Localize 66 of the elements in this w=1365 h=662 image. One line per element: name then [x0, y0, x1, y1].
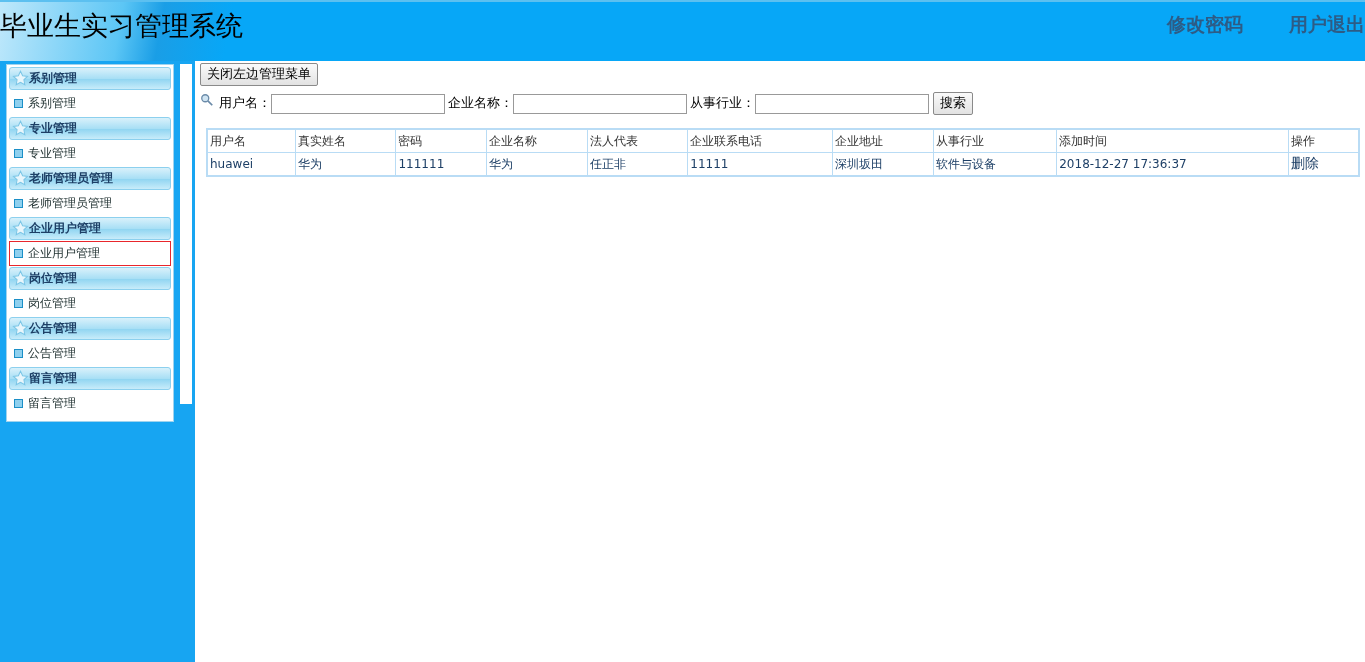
star-icon [12, 320, 29, 337]
input-field[interactable] [271, 93, 445, 114]
menu-item-label: 公告管理 [28, 345, 76, 362]
star-icon [12, 220, 29, 237]
square-bullet-icon [14, 399, 23, 408]
column-header: 从事行业 [933, 129, 1057, 153]
column-header: 真实姓名 [295, 129, 396, 153]
table-cell: 任正非 [587, 152, 688, 176]
section-title: 老师管理员管理 [29, 170, 113, 187]
section-title: 专业管理 [29, 120, 77, 137]
menu-section-header[interactable]: 企业用户管理 [9, 217, 171, 240]
field-label: 企业名称： [448, 95, 513, 112]
search-icon [200, 92, 214, 108]
menu-item-label: 系别管理 [28, 95, 76, 112]
search-button[interactable]: 搜索 [933, 92, 973, 115]
menu-item[interactable]: 老师管理员管理 [9, 191, 171, 216]
close-menu-button[interactable]: 关闭左边管理菜单 [200, 63, 318, 86]
menu-item[interactable]: 留言管理 [9, 391, 171, 416]
column-header: 用户名 [207, 129, 296, 153]
section-title: 岗位管理 [29, 270, 77, 287]
field-label: 从事行业： [690, 95, 755, 112]
menu-section-header[interactable]: 岗位管理 [9, 267, 171, 290]
menu-item-label: 留言管理 [28, 395, 76, 412]
field-label: 用户名： [219, 95, 271, 112]
star-icon [12, 70, 29, 87]
menu-item[interactable]: 系别管理 [9, 91, 171, 116]
star-icon [12, 370, 29, 387]
square-bullet-icon [14, 299, 23, 308]
square-bullet-icon [14, 99, 23, 108]
section-title: 留言管理 [29, 370, 77, 387]
table-cell: 深圳坂田 [832, 152, 934, 176]
square-bullet-icon [14, 199, 23, 208]
section-title: 企业用户管理 [29, 220, 101, 237]
table-cell: 软件与设备 [933, 152, 1057, 176]
menu-section-header[interactable]: 公告管理 [9, 317, 171, 340]
column-header: 企业地址 [832, 129, 934, 153]
menu-item[interactable]: 企业用户管理 [9, 241, 171, 266]
system-title: 毕业生实习管理系统 [0, 9, 243, 43]
menu-item[interactable]: 岗位管理 [9, 291, 171, 316]
menu-item-label: 岗位管理 [28, 295, 76, 312]
input-field[interactable] [513, 93, 687, 114]
column-header: 密码 [395, 129, 487, 153]
menu-item[interactable]: 专业管理 [9, 141, 171, 166]
column-header: 企业联系电话 [687, 129, 833, 153]
menu-section-header[interactable]: 留言管理 [9, 367, 171, 390]
square-bullet-icon [14, 249, 23, 258]
star-icon [12, 170, 29, 187]
input-field[interactable] [755, 93, 929, 114]
column-header: 法人代表 [587, 129, 688, 153]
menu-section-header[interactable]: 专业管理 [9, 117, 171, 140]
menu-section-header[interactable]: 系别管理 [9, 67, 171, 90]
column-header: 企业名称 [486, 129, 588, 153]
star-icon [12, 270, 29, 287]
menu-item-label: 老师管理员管理 [28, 195, 112, 212]
column-header: 添加时间 [1056, 129, 1289, 153]
square-bullet-icon [14, 149, 23, 158]
menu-item-label: 专业管理 [28, 145, 76, 162]
menu-section-header[interactable]: 老师管理员管理 [9, 167, 171, 190]
star-icon [12, 120, 29, 137]
section-title: 公告管理 [29, 320, 77, 337]
square-bullet-icon [14, 349, 23, 358]
section-title: 系别管理 [29, 70, 77, 87]
table-cell: 华为 [295, 152, 396, 176]
menu-item[interactable]: 公告管理 [9, 341, 171, 366]
menu-item-label: 企业用户管理 [28, 245, 100, 262]
table-cell: 华为 [486, 152, 588, 176]
